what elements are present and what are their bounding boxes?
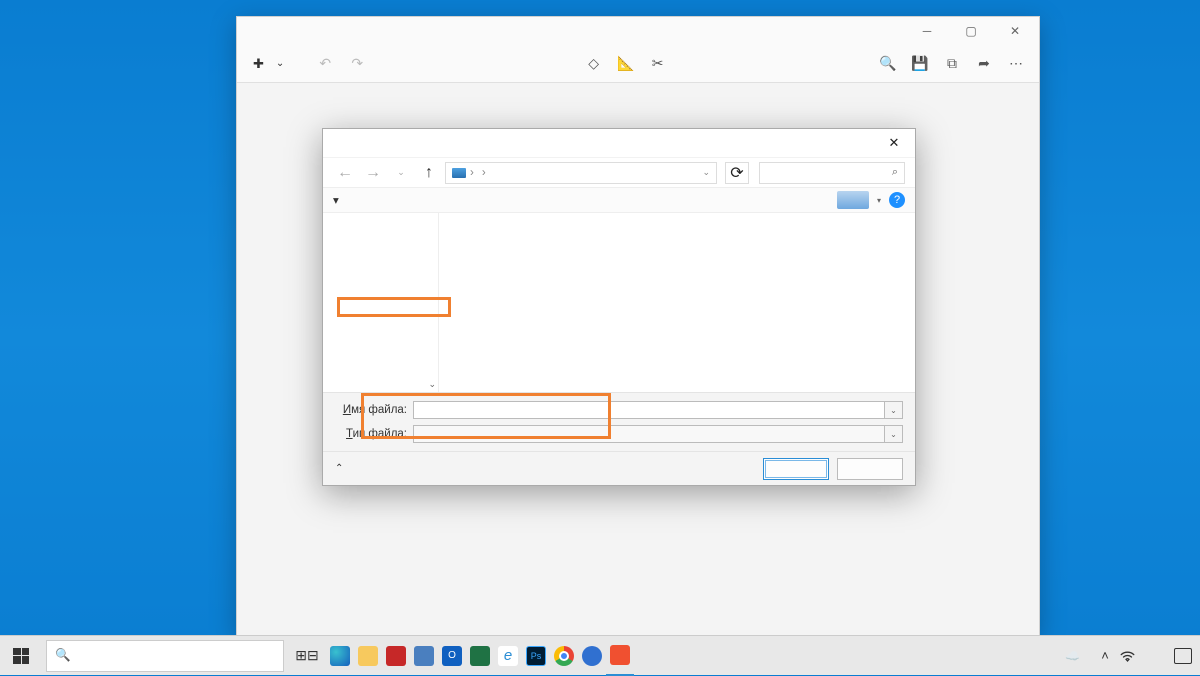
minimize-button[interactable]: ─ xyxy=(905,17,949,45)
up-button[interactable]: ↑ xyxy=(417,161,441,185)
filetype-dropdown[interactable]: ⌄ xyxy=(885,425,903,443)
help-button[interactable]: ? xyxy=(889,192,905,208)
eraser-button[interactable]: ◇ xyxy=(581,51,607,77)
scroll-down-icon[interactable]: ⌄ xyxy=(428,379,436,390)
taskbar-app-ps[interactable]: Ps xyxy=(522,636,550,676)
filetype-select[interactable] xyxy=(413,425,885,443)
windows-icon xyxy=(13,648,29,664)
save-confirm-button[interactable] xyxy=(763,458,829,480)
new-snip-button[interactable]: ✚ ⌄ xyxy=(247,52,290,76)
taskbar-app-chrome[interactable] xyxy=(550,636,578,676)
chevron-up-icon: ⌃ xyxy=(335,463,343,474)
save-dialog: ✕ ← → ⌄ ↑ › › ⌄ ⟳ ⌕ ▾ ▾ ? ⌄ xyxy=(322,128,916,486)
breadcrumb[interactable]: › › ⌄ xyxy=(445,162,717,184)
folder-grid[interactable] xyxy=(439,213,915,392)
taskbar-app-snip[interactable] xyxy=(606,636,634,676)
more-button[interactable]: ⋯ xyxy=(1003,51,1029,77)
weather-widget[interactable]: ☁️ xyxy=(1057,649,1094,663)
dialog-toolbar: ▾ ▾ ? xyxy=(323,187,915,213)
undo-button[interactable]: ↶ xyxy=(312,51,338,77)
back-button[interactable]: ← xyxy=(333,161,357,185)
close-button[interactable]: ✕ xyxy=(993,17,1037,45)
dialog-close-button[interactable]: ✕ xyxy=(879,132,909,154)
filename-input[interactable] xyxy=(413,401,885,419)
taskbar-app-excel[interactable] xyxy=(466,636,494,676)
folder-tree[interactable]: ⌄ xyxy=(323,213,439,392)
notification-icon xyxy=(1174,648,1192,664)
search-input[interactable]: ⌕ xyxy=(759,162,905,184)
taskbar-app-explorer[interactable] xyxy=(354,636,382,676)
start-button[interactable] xyxy=(0,636,42,676)
dialog-titlebar[interactable]: ✕ xyxy=(323,129,915,157)
cancel-button[interactable] xyxy=(837,458,903,480)
forward-button[interactable]: → xyxy=(361,161,385,185)
maximize-button[interactable]: ▢ xyxy=(949,17,993,45)
taskbar-search-input[interactable]: 🔍 xyxy=(46,640,284,672)
snip-toolbar: ✚ ⌄ ↶ ↷ ◇ 📐 ✂ 🔍 💾 ⧉ ➦ ⋯ xyxy=(237,45,1039,83)
search-icon: ⌕ xyxy=(892,166,898,179)
ruler-button[interactable]: 📐 xyxy=(613,51,639,77)
taskbar-app-2[interactable] xyxy=(410,636,438,676)
organize-menu[interactable]: ▾ xyxy=(333,193,339,207)
refresh-button[interactable]: ⟳ xyxy=(725,162,749,184)
hide-folders-toggle[interactable]: ⌃ xyxy=(335,463,347,474)
taskbar-app-outlook[interactable]: O xyxy=(438,636,466,676)
tray-overflow-button[interactable]: ˄ xyxy=(1094,636,1116,676)
share-button[interactable]: ➦ xyxy=(971,51,997,77)
crop-button[interactable]: ✂ xyxy=(645,51,671,77)
filename-history-dropdown[interactable]: ⌄ xyxy=(885,401,903,419)
wifi-icon[interactable] xyxy=(1116,636,1138,676)
taskbar-app-edge[interactable] xyxy=(326,636,354,676)
copy-button[interactable]: ⧉ xyxy=(939,51,965,77)
dialog-footer: ⌃ xyxy=(323,451,915,485)
taskbar-app-1[interactable] xyxy=(382,636,410,676)
view-mode-button[interactable] xyxy=(837,191,869,209)
chevron-down-icon: ⌄ xyxy=(276,58,284,69)
weather-icon: ☁️ xyxy=(1065,649,1080,663)
chevron-right-icon: › xyxy=(470,167,474,179)
taskbar-app-ie[interactable]: e xyxy=(494,636,522,676)
save-button[interactable]: 💾 xyxy=(907,51,933,77)
task-view-button[interactable]: ⊞⊟ xyxy=(288,636,326,676)
chevron-down-icon[interactable]: ⌄ xyxy=(389,161,413,185)
snip-titlebar[interactable]: ─ ▢ ✕ xyxy=(237,17,1039,45)
chevron-right-icon: › xyxy=(482,167,486,179)
search-icon: 🔍 xyxy=(55,648,71,663)
pc-icon xyxy=(452,168,466,178)
filetype-label: Тип файла: xyxy=(335,428,407,440)
chevron-down-icon[interactable]: ⌄ xyxy=(702,167,710,178)
filename-label: Имя файла: xyxy=(335,404,407,416)
redo-button[interactable]: ↷ xyxy=(344,51,370,77)
chevron-down-icon[interactable]: ▾ xyxy=(877,196,881,205)
notifications-button[interactable] xyxy=(1166,636,1200,676)
dialog-navbar: ← → ⌄ ↑ › › ⌄ ⟳ ⌕ xyxy=(323,157,915,187)
plus-icon: ✚ xyxy=(253,56,264,72)
taskbar: 🔍 ⊞⊟ O e Ps ☁️ ˄ xyxy=(0,635,1200,675)
taskbar-app-3[interactable] xyxy=(578,636,606,676)
zoom-button[interactable]: 🔍 xyxy=(875,51,901,77)
